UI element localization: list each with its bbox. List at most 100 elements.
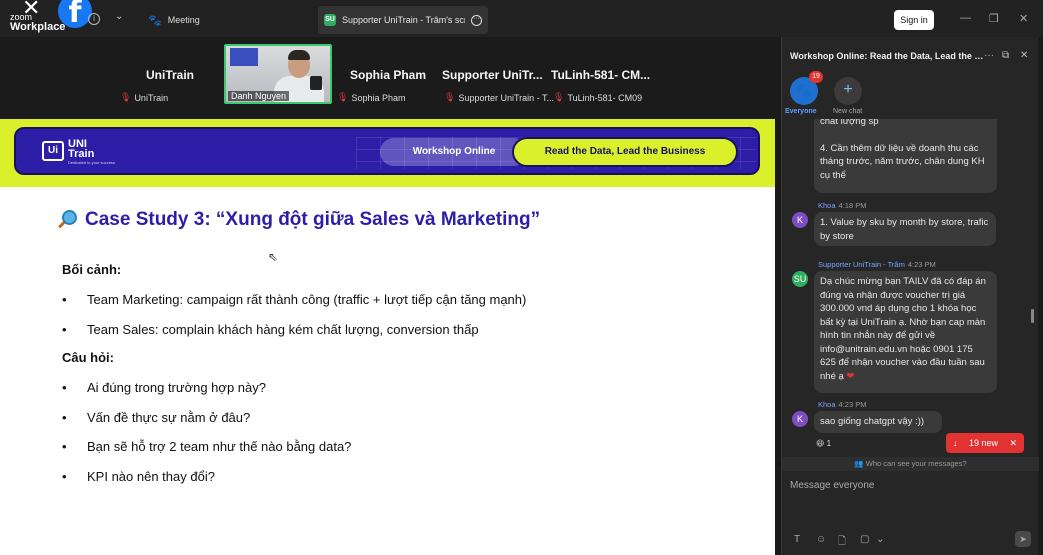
brand-tagline: Dedicated to your success (68, 160, 115, 165)
everyone-label: Everyone (785, 108, 817, 115)
message-list[interactable]: chất lượng sp 4. Cần thêm dữ liệu về doa… (782, 119, 1039, 455)
chat-header: Workshop Online: Read the Data, Lead the… (782, 37, 1039, 77)
list-item: Team Sales: complain khách hàng kém chất… (62, 321, 526, 351)
mic-muted-icon: 🎙 (444, 92, 456, 102)
workshop-pill: Workshop Online (380, 138, 528, 166)
chat-panel: Workshop Online: Read the Data, Lead the… (781, 37, 1039, 555)
chevron-down-icon[interactable]: ⌄ (115, 11, 123, 22)
brand-name: UNI Train (68, 138, 95, 160)
message-bubble: chất lượng sp 4. Cần thêm dữ liệu về doa… (814, 119, 997, 193)
magnifier-icon (58, 210, 78, 230)
list-item: KPI nào nên thay đổi? (62, 468, 351, 498)
zoom-window: zoom Workplace ✕ f i ⌄ 🐾 Meeting SU Supp… (0, 0, 1043, 555)
sign-in-button[interactable]: Sign in (894, 10, 934, 30)
avatar: SU (792, 271, 808, 287)
send-button[interactable]: ➤ (1015, 531, 1031, 547)
participant-sub: UniTrain (134, 92, 169, 103)
privacy-label: Who can see your messages? (865, 459, 967, 468)
participant-sub: Sophia Pham (351, 92, 406, 103)
privacy-link[interactable]: 👥 Who can see your messages? (782, 457, 1039, 471)
more-icon[interactable]: ··· (984, 50, 994, 61)
slide-title: Case Study 3: “Xung đột giữa Sales và Ma… (58, 209, 540, 231)
shared-screen: Ui UNI Train Dedicated to your success W… (0, 119, 775, 555)
message-bubble: 1. Value by sku by month by store, trafi… (814, 212, 996, 246)
info-icon[interactable]: i (88, 13, 100, 25)
message-sender: Khoa 4:23 PM (818, 400, 867, 409)
participant-sub: TuLinh-581- CM09 (567, 92, 643, 103)
tab-screen-share[interactable]: SU Supporter UniTrain - Trâm's screen ··… (318, 6, 488, 34)
unread-badge: 19 (809, 71, 823, 83)
message-text: sao giống chatgpt vậy :)) (820, 416, 925, 427)
mic-muted-icon: 🎙 (337, 92, 349, 102)
message-text: chất lượng sp (820, 119, 879, 127)
title-bar: zoom Workplace ✕ f i ⌄ 🐾 Meeting SU Supp… (0, 0, 1043, 37)
avatar: K (792, 212, 808, 228)
slide-title-text: Case Study 3: “Xung đột giữa Sales và Ma… (85, 209, 541, 230)
scrollbar[interactable] (1031, 309, 1034, 323)
compose-toolbar: T ☺ 🗋 ▢ ⌄ (794, 534, 1034, 548)
arrow-down-icon: ↓ (953, 438, 958, 448)
message-text: 4. Cần thêm dữ liệu về doanh thu các thá… (820, 142, 985, 181)
context-list: Team Marketing: campaign rất thành công … (62, 291, 526, 350)
close-icon[interactable]: ✕ (1020, 50, 1028, 61)
text-format-icon[interactable]: T (794, 534, 800, 545)
message-text: Dạ chúc mừng bạn TAILV đã có đáp án đúng… (820, 276, 986, 382)
close-icon[interactable]: ✕ (22, 0, 42, 19)
reaction[interactable]: 😆 1 (816, 439, 831, 448)
dismiss-icon[interactable]: ✕ (1009, 438, 1017, 449)
list-item: Team Marketing: campaign rất thành công … (62, 291, 526, 321)
participant-sub: Supporter UniTrain - T... (458, 92, 554, 103)
video-person-hair (288, 50, 310, 60)
mic-muted-icon: 🎙 (553, 92, 565, 102)
message-sender: Khoa 4:18 PM (818, 201, 867, 210)
list-item: Vấn đề thực sự nằm ở đâu? (62, 409, 351, 439)
facebook-icon: f (58, 0, 92, 30)
participant-label: 🎙 Sophia Pham (337, 92, 405, 103)
message-bubble: sao giống chatgpt vậy :)) (814, 411, 942, 433)
participant-video[interactable]: Danh Nguyen (224, 44, 332, 104)
file-icon[interactable]: 🗋 (838, 534, 846, 551)
participant-label: 🎙 TuLinh-581- CM09 (553, 92, 642, 103)
banner-panel: Ui UNI Train Dedicated to your success W… (14, 127, 760, 175)
heart-icon: ❤ (846, 370, 855, 382)
video-monitor (230, 48, 258, 66)
new-messages-label: 19 new (968, 438, 998, 448)
mouse-cursor-icon: ⇖ (268, 250, 279, 264)
list-item: Ai đúng trong trường hợp này? (62, 379, 351, 409)
minimize-icon[interactable]: — (960, 12, 971, 24)
video-microphone (310, 76, 322, 90)
more-icon[interactable]: ··· (471, 14, 482, 26)
message-input[interactable]: Message everyone (790, 480, 1030, 496)
video-name-label: Danh Nguyen (228, 91, 290, 101)
logo-mark-icon: Ui (42, 141, 64, 161)
paw-icon: 🐾 (148, 14, 162, 27)
mic-muted-icon: 🎙 (120, 92, 132, 102)
message-sender: Supporter UniTrain - Trâm 4:23 PM (818, 260, 936, 269)
chat-tabs: 🐾 19 Everyone + New chat (782, 71, 1039, 119)
participant-name[interactable]: Supporter UniTr... (442, 68, 543, 82)
chevron-down-icon[interactable]: ⌄ (876, 534, 884, 545)
pop-out-icon[interactable]: ⧉ (1002, 50, 1009, 61)
new-messages-button[interactable]: ↓ 19 new ✕ (946, 433, 1024, 453)
emoji-icon[interactable]: ☺ (816, 534, 826, 545)
tab-screen-share-label: Supporter UniTrain - Trâm's screen (342, 15, 465, 25)
window-close-icon[interactable]: ✕ (1019, 12, 1028, 25)
participant-name[interactable]: UniTrain (146, 68, 194, 82)
reaction-count: 1 (826, 439, 832, 448)
new-chat-label: New chat (833, 108, 863, 115)
logo-line2: Workplace (10, 21, 66, 33)
slide-banner: Ui UNI Train Dedicated to your success W… (0, 119, 775, 187)
tab-meeting[interactable]: 🐾 Meeting (148, 12, 200, 28)
chat-title: Workshop Online: Read the Data, Lead the… (790, 51, 986, 61)
laugh-emoji-icon: 😆 (816, 439, 825, 448)
participant-name[interactable]: Sophia Pham (350, 68, 426, 82)
message-bubble: Dạ chúc mừng bạn TAILV đã có đáp án đúng… (814, 271, 997, 393)
message-text: 1. Value by sku by month by store, trafi… (820, 217, 989, 242)
maximize-icon[interactable]: ❐ (989, 12, 999, 25)
question-heading: Câu hỏi: (62, 350, 114, 365)
context-heading: Bối cảnh: (62, 262, 122, 277)
participant-name[interactable]: TuLinh-581- CM... (551, 68, 650, 82)
screenshot-icon[interactable]: ▢ (860, 534, 869, 545)
question-list: Ai đúng trong trường hợp này? Vấn đề thự… (62, 379, 351, 497)
new-chat-button[interactable]: + (834, 77, 862, 105)
